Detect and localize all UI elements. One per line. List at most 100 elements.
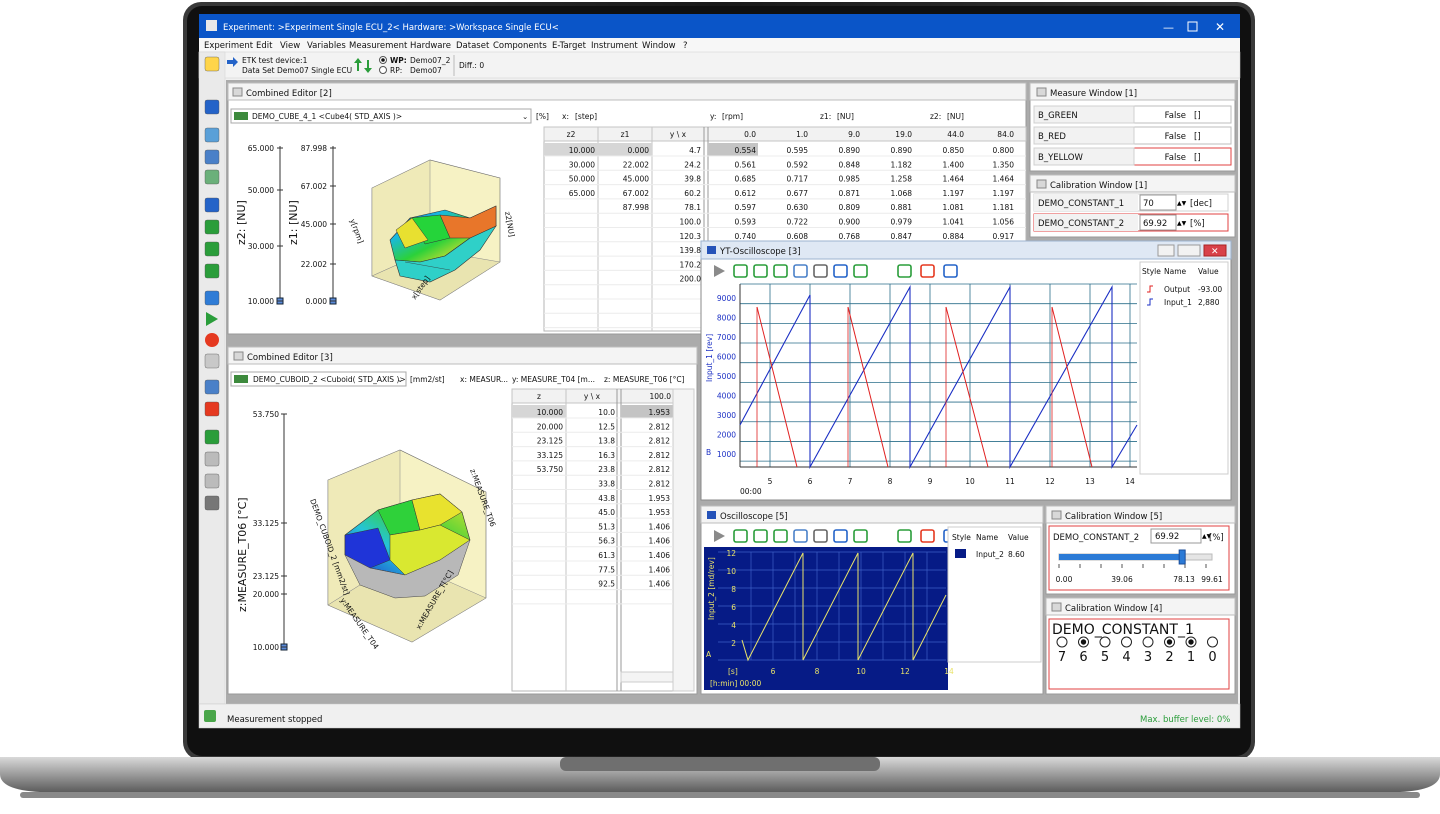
rp-radio[interactable] xyxy=(379,66,387,74)
wp-value: Demo07_2 xyxy=(410,56,451,65)
layers-icon[interactable] xyxy=(204,149,220,165)
table-cell: 0.630 xyxy=(787,203,809,212)
bit-label: 3 xyxy=(1144,650,1152,665)
yt-x-tick: 13 xyxy=(1085,477,1095,486)
table-cell: 0.554 xyxy=(735,146,757,155)
stack-record-icon[interactable] xyxy=(204,401,220,417)
horizontal-scrollbar[interactable] xyxy=(620,671,674,683)
x-axis-value: 44.0 xyxy=(947,130,964,139)
menu-item-etarget[interactable]: E-Target xyxy=(552,41,587,51)
minimize-icon[interactable]: — xyxy=(1163,21,1174,34)
table-cell: 0.884 xyxy=(943,232,965,241)
vertical-scrollbar[interactable] xyxy=(672,388,695,692)
osc5-y-tick: 10 xyxy=(726,567,736,576)
bit-5-radio[interactable] xyxy=(1099,636,1111,648)
bit-label: 2 xyxy=(1165,650,1173,665)
z-cell: 33.125 xyxy=(537,451,563,460)
save-icon[interactable] xyxy=(204,99,220,115)
svg-text:B: B xyxy=(706,448,711,457)
new-file-icon[interactable] xyxy=(204,56,220,72)
function-icon[interactable] xyxy=(204,263,220,279)
oscilloscope-5: Oscilloscope [5] 12 10 8 6 4 2 6 8 10 12 14 Input_… xyxy=(700,505,1044,695)
yt-x-tick: 11 xyxy=(1005,477,1015,486)
table-cell: 2.812 xyxy=(649,465,671,474)
image-icon[interactable] xyxy=(204,127,220,143)
z1-tick-label: 67.002 xyxy=(301,182,327,191)
stack-icon[interactable] xyxy=(204,379,220,395)
menu-item-variables[interactable]: Variables xyxy=(307,41,346,51)
checklist-icon[interactable] xyxy=(204,241,220,257)
z2-tick-label: 30.000 xyxy=(248,242,274,251)
cube-icon xyxy=(234,112,248,120)
pause-icon[interactable] xyxy=(204,353,220,369)
menu-item-dataset[interactable]: Dataset xyxy=(456,41,490,51)
chip-icon[interactable] xyxy=(204,495,220,511)
menu-item-instrument[interactable]: Instrument xyxy=(591,41,638,51)
chevron-down-icon[interactable]: ⌄ xyxy=(522,112,528,121)
bit-4-radio[interactable] xyxy=(1121,636,1132,648)
menu-item-edit[interactable]: Edit xyxy=(256,41,273,51)
blue-square-icon[interactable] xyxy=(204,290,220,306)
legend-name: Input_1 xyxy=(1164,298,1192,307)
signal-style-icon xyxy=(955,549,966,558)
editor3-table[interactable]: z y \ x 100.0 10.000 20.000 23.125 33.125 53.75… xyxy=(511,388,695,692)
check-icon[interactable] xyxy=(204,219,220,235)
menu-item-experiment[interactable]: Experiment xyxy=(204,41,254,51)
close-icon[interactable]: ✕ xyxy=(1215,20,1225,34)
z2-tick-label: 50.000 xyxy=(248,186,274,195)
svg-text:[step]: [step] xyxy=(575,112,597,121)
z1-cell: 45.000 xyxy=(623,175,649,184)
record-icon[interactable] xyxy=(205,333,219,347)
y-axis-value: 139.8 xyxy=(680,246,702,255)
yt-x-tick: 14 xyxy=(1125,477,1135,486)
bit-3-radio[interactable] xyxy=(1142,636,1154,648)
globe-icon[interactable] xyxy=(204,169,220,185)
slider-tick-label: 0.00 xyxy=(1056,575,1073,584)
y-axis-value: 200.0 xyxy=(680,275,702,284)
measure-window-1: Measure Window [1] B_GREEN False [] B_RED Fa… xyxy=(1029,82,1236,172)
menu-item-components[interactable]: Components xyxy=(493,41,547,51)
z1-axis-label: z1: [NU] xyxy=(287,200,300,245)
svg-text:y:: y: xyxy=(710,112,716,121)
y-axis-value: 60.2 xyxy=(684,189,701,198)
menu-item-measurement[interactable]: Measurement xyxy=(349,41,408,51)
tick-label: 33.125 xyxy=(253,519,279,528)
menu-item-[interactable]: ? xyxy=(683,41,688,51)
spin-icon[interactable]: ▲▼ xyxy=(1177,200,1187,207)
table-cell: 1.056 xyxy=(993,218,1015,227)
yt-x-tick: 7 xyxy=(848,477,853,486)
osc5-x-tick: 10 xyxy=(856,667,866,676)
menu-item-view[interactable]: View xyxy=(280,41,300,51)
svg-text:[rpm]: [rpm] xyxy=(722,112,743,121)
x-axis-value: 0.0 xyxy=(744,130,756,139)
table-cell: 0.561 xyxy=(735,160,757,169)
table-cell: 0.595 xyxy=(787,146,809,155)
bit-7-radio[interactable] xyxy=(1056,636,1068,648)
spin-icon[interactable]: ▲▼ xyxy=(1177,220,1187,227)
gear-icon[interactable] xyxy=(204,451,220,467)
table-cell: 1.406 xyxy=(649,537,671,546)
menu-item-hardware[interactable]: Hardware xyxy=(410,41,451,51)
magnify-icon[interactable] xyxy=(204,429,220,445)
yt-y-tick: 2000 xyxy=(717,431,736,440)
z1-cell: 0.000 xyxy=(628,146,650,155)
z-cell: 20.000 xyxy=(537,422,563,431)
yt-title: YT-Oscilloscope [3] xyxy=(719,247,801,257)
yt-oscilloscope-3: YT-Oscilloscope [3] ✕ 9000 8000 7000 6000 50… xyxy=(700,240,1232,501)
slider-thumb[interactable] xyxy=(1178,549,1186,565)
z2-cell: 10.000 xyxy=(569,146,595,155)
list-icon[interactable] xyxy=(204,197,220,213)
chevron-down-icon[interactable]: ⌄ xyxy=(397,375,403,384)
bit-0-radio[interactable] xyxy=(1207,636,1218,648)
minimize-icon[interactable] xyxy=(1157,244,1175,257)
maximize-icon[interactable] xyxy=(1177,244,1201,257)
z2-axis-label: z2: [NU] xyxy=(235,200,248,245)
table-cell: 0.881 xyxy=(891,203,913,212)
rp-label: RP: xyxy=(390,66,402,75)
z2-cell: 50.000 xyxy=(569,175,595,184)
menu-item-window[interactable]: Window xyxy=(642,41,676,51)
osc5-x-tick: 12 xyxy=(900,667,910,676)
svg-text:y: MEASURE_T04 [m...: y: MEASURE_T04 [m... xyxy=(512,375,595,384)
y-axis-value: 24.2 xyxy=(684,160,701,169)
list-disabled-icon[interactable] xyxy=(204,473,220,489)
